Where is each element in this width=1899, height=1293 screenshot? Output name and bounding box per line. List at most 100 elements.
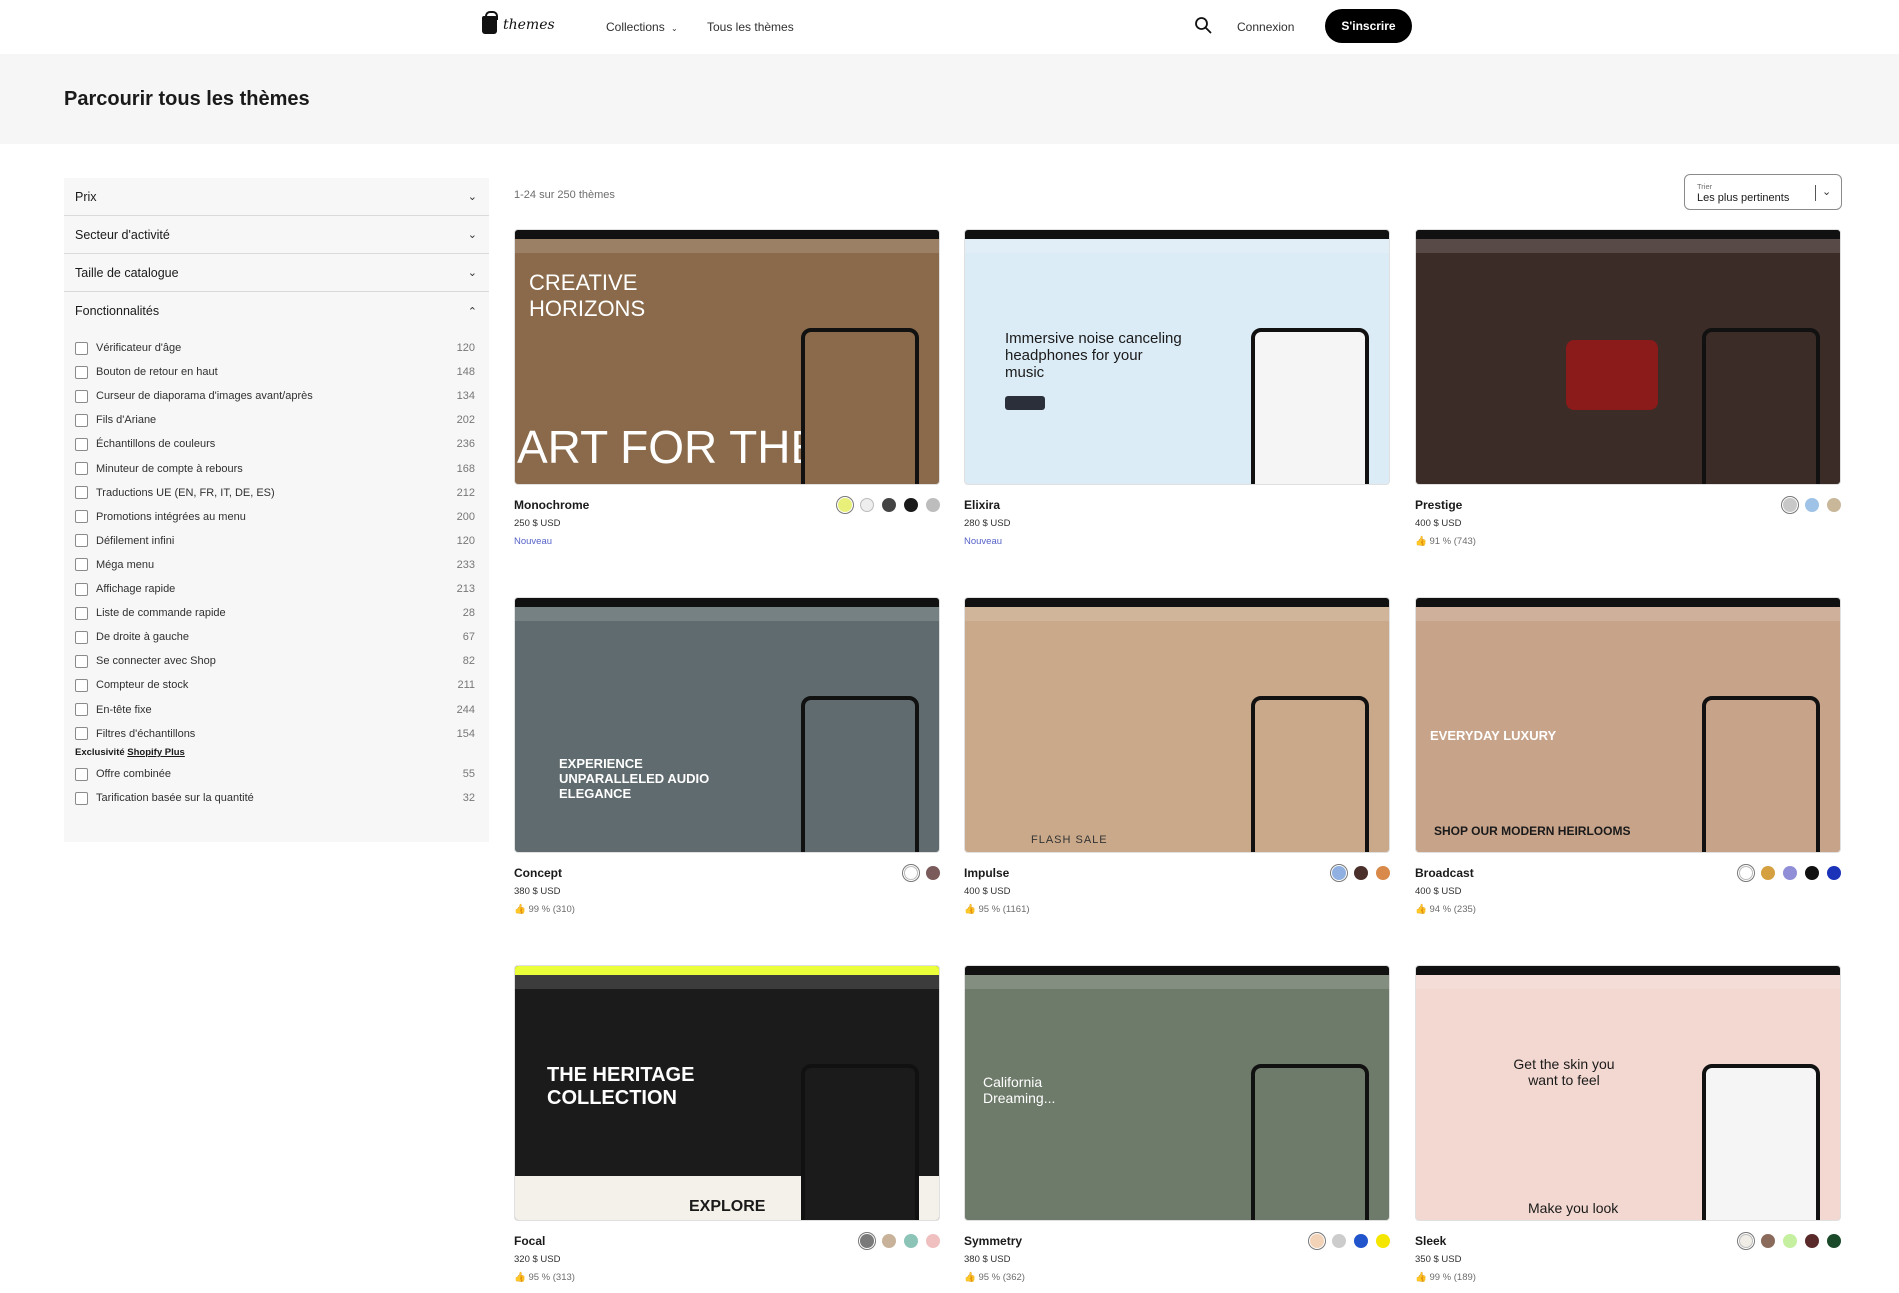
theme-name[interactable]: Broadcast	[1415, 866, 1474, 880]
checkbox[interactable]	[75, 727, 88, 741]
checkbox[interactable]	[75, 534, 88, 548]
feature-option[interactable]: En-tête fixe 244	[75, 698, 475, 722]
theme-preview-image[interactable]: Immersive noise canceling headphones for…	[964, 229, 1390, 485]
color-swatch[interactable]	[838, 498, 852, 512]
color-swatch[interactable]	[1376, 1234, 1390, 1248]
color-swatch[interactable]	[1739, 866, 1753, 880]
theme-card[interactable]: THE HERITAGE COLLECTION EXPLORE Focal 320 $…	[514, 965, 940, 1293]
color-swatch[interactable]	[1783, 1234, 1797, 1248]
checkbox[interactable]	[75, 703, 88, 716]
search-icon[interactable]	[1194, 16, 1212, 34]
theme-card[interactable]: BEAUTIES Prestige 400 $ USD 👍 91 % (743)	[1415, 229, 1841, 559]
theme-card[interactable]: FLASH SALE Impulse 400 $ USD 👍 95 % (1161)	[964, 597, 1390, 927]
color-swatch[interactable]	[1354, 866, 1368, 880]
signup-button[interactable]: S'inscrire	[1325, 9, 1412, 43]
checkbox[interactable]	[75, 767, 88, 781]
checkbox[interactable]	[75, 341, 88, 355]
theme-preview-image[interactable]: Get the skin you want to feel Make you lo…	[1415, 965, 1841, 1221]
color-swatch[interactable]	[1332, 1234, 1346, 1248]
checkbox[interactable]	[75, 654, 88, 668]
feature-option[interactable]: Fils d'Ariane 202	[75, 408, 475, 432]
shopify-plus-link[interactable]: Shopify Plus	[127, 747, 185, 758]
feature-option[interactable]: Défilement infini 120	[75, 529, 475, 553]
theme-name[interactable]: Focal	[514, 1234, 545, 1248]
color-swatch[interactable]	[1805, 1234, 1819, 1248]
feature-option[interactable]: Méga menu 233	[75, 553, 475, 577]
checkbox[interactable]	[75, 462, 88, 475]
shopify-themes-logo[interactable]: themes	[482, 11, 555, 34]
feature-option[interactable]: Minuteur de compte à rebours 168	[75, 457, 475, 481]
theme-card[interactable]: EXPERIENCE UNPARALLELED AUDIO ELEGANCE Co…	[514, 597, 940, 927]
color-swatch[interactable]	[1376, 866, 1390, 880]
nav-collections-dropdown[interactable]: Collections ⌄	[606, 20, 678, 34]
filter-features[interactable]: Fonctionnalités ⌃	[64, 292, 489, 330]
feature-option[interactable]: Se connecter avec Shop 82	[75, 649, 475, 673]
plus-feature-option[interactable]: Offre combinée 55	[75, 762, 475, 786]
theme-card[interactable]: Immersive noise canceling headphones for…	[964, 229, 1390, 559]
checkbox[interactable]	[75, 791, 88, 805]
color-swatch[interactable]	[926, 1234, 940, 1248]
color-swatch[interactable]	[926, 498, 940, 512]
feature-option[interactable]: De droite à gauche 67	[75, 625, 475, 649]
color-swatch[interactable]	[882, 498, 896, 512]
theme-name[interactable]: Elixira	[964, 498, 1000, 512]
theme-preview-image[interactable]: California Dreaming...	[964, 965, 1390, 1221]
color-swatch[interactable]	[1827, 498, 1841, 512]
feature-option[interactable]: Vérificateur d'âge 120	[75, 336, 475, 360]
feature-option[interactable]: Curseur de diaporama d'images avant/aprè…	[75, 384, 475, 408]
color-swatch[interactable]	[1761, 1234, 1775, 1248]
color-swatch[interactable]	[882, 1234, 896, 1248]
theme-card[interactable]: CREATIVE HORIZONS ART FOR THE Monochrome 25…	[514, 229, 940, 559]
theme-name[interactable]: Symmetry	[964, 1234, 1022, 1248]
color-swatch[interactable]	[904, 866, 918, 880]
login-link[interactable]: Connexion	[1237, 20, 1294, 34]
theme-name[interactable]: Sleek	[1415, 1234, 1446, 1248]
color-swatch[interactable]	[1354, 1234, 1368, 1248]
checkbox[interactable]	[75, 582, 88, 596]
color-swatch[interactable]	[1310, 1234, 1324, 1248]
color-swatch[interactable]	[1332, 866, 1346, 880]
nav-all-themes[interactable]: Tous les thèmes	[707, 20, 794, 34]
theme-preview-image[interactable]: CREATIVE HORIZONS ART FOR THE	[514, 229, 940, 485]
theme-card[interactable]: California Dreaming... Symmetry 380 $ USD 👍…	[964, 965, 1390, 1293]
theme-name[interactable]: Monochrome	[514, 498, 589, 512]
theme-preview-image[interactable]: EVERYDAY LUXURY SHOP OUR MODERN HEIRLOOMS	[1415, 597, 1841, 853]
checkbox[interactable]	[75, 365, 88, 379]
feature-option[interactable]: Compteur de stock 211	[75, 673, 475, 697]
color-swatch[interactable]	[860, 1234, 874, 1248]
filter-industry[interactable]: Secteur d'activité ⌄	[64, 216, 489, 254]
checkbox[interactable]	[75, 606, 88, 620]
feature-option[interactable]: Bouton de retour en haut 148	[75, 360, 475, 384]
color-swatch[interactable]	[1805, 498, 1819, 512]
color-swatch[interactable]	[1805, 866, 1819, 880]
color-swatch[interactable]	[1827, 1234, 1841, 1248]
theme-name[interactable]: Impulse	[964, 866, 1009, 880]
feature-option[interactable]: Promotions intégrées au menu 200	[75, 505, 475, 529]
color-swatch[interactable]	[904, 498, 918, 512]
feature-option[interactable]: Échantillons de couleurs 236	[75, 432, 475, 456]
color-swatch[interactable]	[1783, 866, 1797, 880]
feature-option[interactable]: Traductions UE (EN, FR, IT, DE, ES) 212	[75, 481, 475, 505]
color-swatch[interactable]	[926, 866, 940, 880]
color-swatch[interactable]	[1739, 1234, 1753, 1248]
checkbox[interactable]	[75, 510, 88, 524]
theme-preview-image[interactable]: THE HERITAGE COLLECTION EXPLORE	[514, 965, 940, 1221]
feature-option[interactable]: Liste de commande rapide 28	[75, 601, 475, 625]
color-swatch[interactable]	[904, 1234, 918, 1248]
checkbox[interactable]	[75, 389, 88, 403]
color-swatch[interactable]	[1783, 498, 1797, 512]
sort-select[interactable]: Trier Les plus pertinents ⌄	[1684, 174, 1842, 210]
feature-option[interactable]: Filtres d'échantillons 154	[75, 722, 475, 746]
checkbox[interactable]	[75, 413, 88, 427]
color-swatch[interactable]	[1827, 866, 1841, 880]
checkbox[interactable]	[75, 486, 88, 500]
filter-price[interactable]: Prix ⌄	[64, 178, 489, 216]
plus-feature-option[interactable]: Tarification basée sur la quantité 32	[75, 786, 475, 810]
checkbox[interactable]	[75, 437, 88, 451]
theme-preview-image[interactable]: EXPERIENCE UNPARALLELED AUDIO ELEGANCE	[514, 597, 940, 853]
theme-card[interactable]: EVERYDAY LUXURY SHOP OUR MODERN HEIRLOOMS…	[1415, 597, 1841, 927]
theme-preview-image[interactable]: FLASH SALE	[964, 597, 1390, 853]
checkbox[interactable]	[75, 678, 88, 692]
theme-name[interactable]: Concept	[514, 866, 562, 880]
filter-catalog-size[interactable]: Taille de catalogue ⌄	[64, 254, 489, 292]
